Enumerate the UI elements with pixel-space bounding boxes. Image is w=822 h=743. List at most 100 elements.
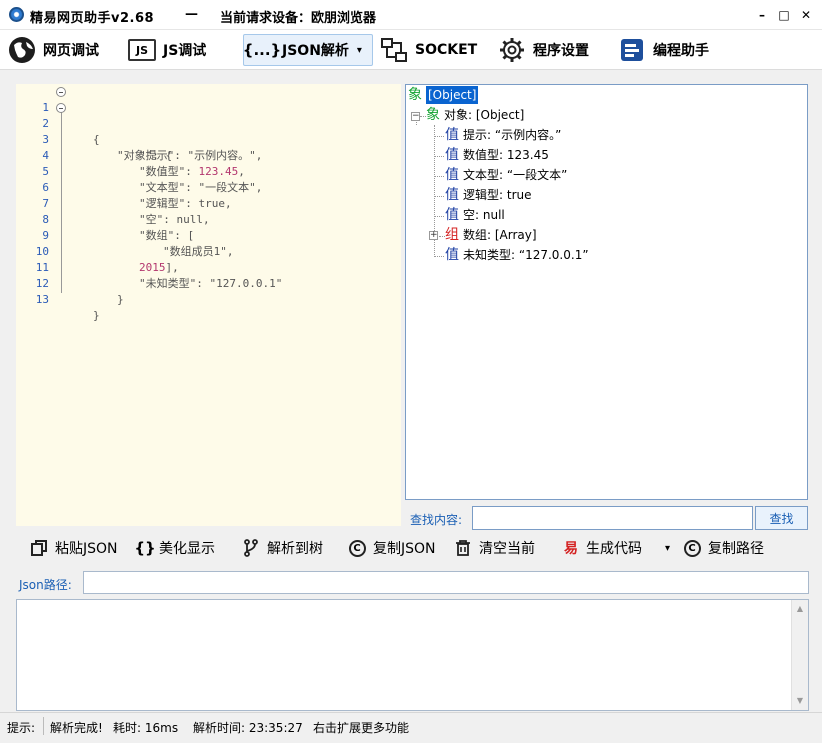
tree-node-array[interactable]: 组 数组: [Array] [445,226,537,244]
close-button[interactable]: ✕ [796,5,816,25]
copy-path-label: 复制路径 [708,541,764,557]
tree-node-label: 文本型: “一段文本” [463,168,568,182]
output-textarea[interactable]: ▲ ▼ [16,599,809,711]
beautify-label: 美化显示 [159,541,215,557]
status-bar: 提示: 解析完成! 耗时: 16ms 解析时间: 23:35:27 右击扩展更多… [0,712,822,743]
parse-to-tree-button[interactable]: 解析到树 [241,537,323,559]
json-editor[interactable]: 1 { 2 "对象": { 3 "提示": "示例内容。", 4 "数值型": … [16,84,401,526]
search-input[interactable] [472,506,753,530]
assistant-icon [617,35,647,65]
maximize-button[interactable]: □ [774,5,794,25]
title-bar: 精易网页助手v2.68 — 当前请求设备：欧朋浏览器 – □ ✕ [0,0,822,30]
json-tree-view[interactable]: 象 [Object] − 象 对象: [Object] 值 提示: “示例内容。… [405,84,808,500]
yi-icon: 易 [564,541,578,557]
tree-node-value[interactable]: 值 未知类型: “127.0.0.1” [445,246,589,264]
object-icon: 象 [426,107,440,123]
minimize-button[interactable]: – [752,5,772,25]
value-icon: 值 [445,147,459,163]
value-icon: 值 [445,187,459,203]
paste-json-button[interactable]: 粘贴JSON [29,537,118,559]
tree-node-value[interactable]: 值 文本型: “一段文本” [445,166,567,184]
copy-json-button[interactable]: C 复制JSON [347,537,436,559]
tree-node-root[interactable]: 象 [Object] [408,86,479,104]
tab-socket[interactable]: SOCKET [379,34,477,66]
tab-json-parse-label: JSON解析 [282,43,349,59]
code-line: 1 { [16,84,401,146]
tree-node-label: 对象: [Object] [444,108,525,122]
status-time-cost: 耗时: 16ms [113,721,179,735]
tree-node-label: 数组: [Array] [463,228,537,242]
trash-icon [453,538,473,558]
tab-web-debug[interactable]: 网页调试 [7,34,99,66]
copyright-icon: C [682,538,702,558]
chevron-down-icon[interactable]: ▾ [357,45,362,56]
code-line: 8 "数组": [ [16,196,401,242]
vertical-scrollbar[interactable]: ▲ ▼ [791,600,808,710]
code-line: 4 "数值型": 123.45, [16,132,401,178]
clear-current-label: 清空当前 [479,541,535,557]
search-label: 查找内容: [410,513,463,527]
network-icon [379,35,409,65]
status-more-hint: 右击扩展更多功能 [313,721,410,735]
fold-collapse-icon[interactable] [56,87,66,97]
generate-code-button[interactable]: 易 生成代码 [561,537,642,559]
tab-json-parse[interactable]: {...} JSON解析 ▾ [243,34,373,66]
copy-path-button[interactable]: C 复制路径 [682,537,764,559]
title-separator: — [185,7,198,22]
gear-icon [497,35,527,65]
search-button[interactable]: 查找 [755,506,808,530]
value-icon: 值 [445,247,459,263]
copy-json-label: 复制JSON [373,541,436,557]
tree-node-label: 逻辑型: true [463,188,532,202]
tab-settings-label: 程序设置 [533,43,589,59]
scroll-down-icon[interactable]: ▼ [792,693,808,709]
copyright-icon: C [347,538,367,558]
code-line: 7 "空": null, [16,180,401,226]
code-line: 9 "数组成员1", [16,212,401,258]
code-line: 11 "未知类型": "127.0.0.1" [16,244,401,290]
object-icon: 象 [408,87,422,103]
tree-node-label: 空: null [463,208,505,222]
js-icon-text: JS [128,39,156,61]
clear-current-button[interactable]: 清空当前 [453,537,535,559]
code-text: } [93,309,100,322]
code-line: 6 "逻辑型": true, [16,164,401,210]
tree-node-value[interactable]: 值 空: null [445,206,505,224]
array-icon: 组 [445,227,459,243]
code-text: } [117,293,124,306]
window-title: 精易网页助手v2.68 [30,11,155,26]
chevron-down-icon[interactable]: ▾ [665,537,670,559]
value-icon: 值 [445,167,459,183]
copy-icon-glyph: C [348,539,366,557]
main-toolbar: 网页调试 JS JS调试 {...} JSON解析 ▾ SOCKET 程序设置 … [0,30,822,70]
json-path-input[interactable] [83,571,809,594]
code-line: 2 "对象": { [16,100,401,162]
tab-js-debug[interactable]: JS JS调试 [127,34,206,66]
line-number: 13 [35,293,49,306]
branch-icon [241,538,261,558]
code-line: 13 } [16,276,401,322]
code-line: 5 "文本型": "一段文本", [16,148,401,194]
app-logo-icon [9,7,24,22]
tree-node-object[interactable]: 象 对象: [Object] [426,106,524,124]
parse-to-tree-label: 解析到树 [267,541,323,557]
paste-json-label: 粘贴JSON [55,541,118,557]
tab-settings[interactable]: 程序设置 [497,34,589,66]
tree-node-value[interactable]: 值 数值型: 123.45 [445,146,549,164]
status-parse-done: 解析完成! [50,721,103,735]
collapse-icon[interactable]: − [411,112,420,121]
status-parse-time: 解析时间: 23:35:27 [193,721,303,735]
tab-assistant[interactable]: 编程助手 [617,34,709,66]
fold-collapse-icon[interactable] [56,103,66,113]
scroll-up-icon[interactable]: ▲ [792,601,808,617]
paste-icon [29,538,49,558]
code-line: 3 "提示": "示例内容。", [16,116,401,162]
code-line: 10 2015], [16,228,401,274]
value-icon: 值 [445,127,459,143]
expand-icon[interactable]: + [429,231,438,240]
tree-node-value[interactable]: 值 逻辑型: true [445,186,532,204]
beautify-button[interactable]: {} 美化显示 [134,537,215,559]
code-line: 12 } [16,260,401,306]
json-braces-icon: {...} [242,41,282,59]
tree-node-value[interactable]: 值 提示: “示例内容。” [445,126,561,144]
